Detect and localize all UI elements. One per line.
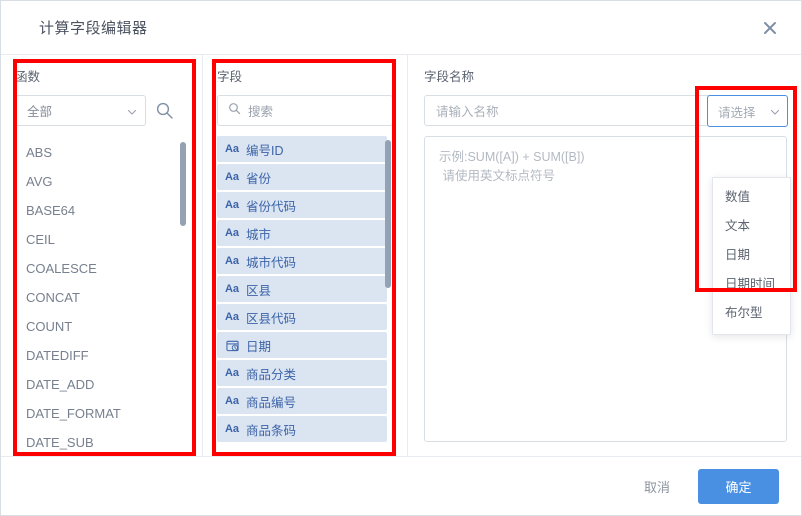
field-search-placeholder: 搜索 bbox=[248, 105, 274, 119]
text-type-icon: Aa bbox=[224, 283, 240, 295]
close-icon[interactable] bbox=[757, 15, 783, 41]
confirm-button[interactable]: 确定 bbox=[698, 468, 779, 504]
function-list-scroll-thumb[interactable] bbox=[180, 142, 186, 226]
text-type-icon: Aa bbox=[224, 311, 240, 323]
function-list-item[interactable]: DATE_SUB bbox=[15, 428, 184, 456]
function-panel: 函数 全部 ABS AVG BASE64 CEIL COALESCE CONCA… bbox=[1, 55, 203, 456]
field-name-row: 请输入名称 请选择 bbox=[424, 95, 788, 127]
field-list-item-label: 商品分类 bbox=[246, 367, 297, 382]
field-panel-label: 字段 bbox=[217, 70, 243, 84]
function-list-item[interactable]: COALESCE bbox=[15, 254, 184, 283]
field-list-item[interactable]: Aa 编号ID bbox=[217, 136, 387, 162]
function-list-item[interactable]: DATE_FORMAT bbox=[15, 399, 184, 428]
field-list-item[interactable]: Aa 商品条码 bbox=[217, 416, 387, 442]
function-list-item[interactable]: DATEDIFF bbox=[15, 341, 184, 370]
field-list-item-label: 日期 bbox=[246, 339, 272, 354]
field-list-item[interactable]: Aa 城市代码 bbox=[217, 248, 387, 274]
function-filter-row: 全部 bbox=[15, 95, 188, 126]
text-type-icon: Aa bbox=[224, 423, 240, 435]
chevron-down-icon bbox=[770, 106, 780, 116]
field-type-option[interactable]: 日期 bbox=[713, 241, 790, 270]
field-type-option[interactable]: 日期时间 bbox=[713, 270, 790, 299]
field-list-item-label: 商品条码 bbox=[246, 423, 297, 438]
text-type-icon: Aa bbox=[224, 199, 240, 211]
field-search-input[interactable]: 搜索 bbox=[217, 95, 393, 126]
function-list-item[interactable]: BASE64 bbox=[15, 196, 184, 225]
search-icon bbox=[228, 102, 241, 120]
field-type-option[interactable]: 布尔型 bbox=[713, 299, 790, 328]
function-list-item[interactable]: DATE_ADD bbox=[15, 370, 184, 399]
field-list-item[interactable]: Aa 区县代码 bbox=[217, 304, 387, 330]
field-list-scroll-thumb[interactable] bbox=[385, 140, 391, 288]
dialog-title: 计算字段编辑器 bbox=[39, 20, 148, 37]
chevron-down-icon bbox=[127, 106, 137, 116]
dialog-body: 函数 全部 ABS AVG BASE64 CEIL COALESCE CONCA… bbox=[1, 55, 801, 456]
field-list-item-label: 省份代码 bbox=[246, 199, 297, 214]
function-list-item[interactable]: COUNT bbox=[15, 312, 184, 341]
function-list-item[interactable]: CEIL bbox=[15, 225, 184, 254]
text-type-icon: Aa bbox=[224, 395, 240, 407]
dialog-header: 计算字段编辑器 bbox=[1, 1, 801, 55]
function-list-item[interactable]: CONCAT bbox=[15, 283, 184, 312]
field-list-item-label: 区县代码 bbox=[246, 311, 297, 326]
field-list-item-label: 编号ID bbox=[246, 143, 284, 158]
text-type-icon: Aa bbox=[224, 255, 240, 267]
function-list[interactable]: ABS AVG BASE64 CEIL COALESCE CONCAT COUNT DATED… bbox=[15, 138, 188, 456]
field-list-item[interactable]: Aa 城市 bbox=[217, 220, 387, 246]
calculated-field-editor-dialog: 计算字段编辑器 函数 全部 ABS AVG BASE64 CEIL COALES… bbox=[0, 0, 802, 516]
text-type-icon: Aa bbox=[224, 143, 240, 155]
cancel-button[interactable]: 取消 bbox=[634, 471, 680, 502]
field-type-dropdown-menu[interactable]: 数值 文本 日期 日期时间 布尔型 bbox=[712, 177, 791, 335]
field-list-item[interactable]: Aa 省份 bbox=[217, 164, 387, 190]
function-panel-label: 函数 bbox=[15, 70, 41, 84]
function-category-select[interactable]: 全部 bbox=[15, 95, 146, 126]
function-list-scrollbar[interactable] bbox=[180, 140, 186, 456]
field-type-select[interactable]: 请选择 bbox=[707, 95, 788, 127]
field-list-item[interactable]: Aa 区县 bbox=[217, 276, 387, 302]
function-list-item[interactable]: ABS bbox=[15, 138, 184, 167]
field-list-item[interactable]: Aa 商品分类 bbox=[217, 360, 387, 386]
field-list-item-label: 省份 bbox=[246, 171, 272, 186]
field-list-item[interactable]: Aa 省份代码 bbox=[217, 192, 387, 218]
field-list-item-label: 城市 bbox=[246, 227, 272, 242]
search-icon[interactable] bbox=[155, 101, 174, 120]
field-name-label: 字段名称 bbox=[424, 70, 475, 84]
date-type-icon bbox=[225, 338, 239, 352]
text-type-icon: Aa bbox=[224, 367, 240, 379]
field-panel: 字段 搜索 Aa 编号ID Aa 省份 Aa 省份代码 Aa 城市 Aa 城市代码 Aa 区县 Aa 区县… bbox=[203, 55, 408, 456]
function-list-item[interactable]: AVG bbox=[15, 167, 184, 196]
field-list-item[interactable]: Aa 商品编号 bbox=[217, 388, 387, 414]
field-list-item-label: 城市代码 bbox=[246, 255, 297, 270]
field-list-item[interactable]: 日期 bbox=[217, 332, 387, 358]
text-type-icon: Aa bbox=[224, 171, 240, 183]
field-list-item-label: 商品编号 bbox=[246, 395, 297, 410]
field-name-placeholder: 请输入名称 bbox=[436, 105, 499, 119]
field-type-option[interactable]: 文本 bbox=[713, 212, 790, 241]
dialog-footer: 取消 确定 bbox=[1, 456, 801, 515]
function-category-value: 全部 bbox=[27, 105, 53, 119]
field-type-option[interactable]: 数值 bbox=[713, 183, 790, 212]
field-list[interactable]: Aa 编号ID Aa 省份 Aa 省份代码 Aa 城市 Aa 城市代码 Aa 区县 Aa 区县代码日期 Aa… bbox=[217, 136, 393, 456]
text-type-icon: Aa bbox=[224, 227, 240, 239]
field-list-item-label: 区县 bbox=[246, 283, 272, 298]
field-type-value: 请选择 bbox=[718, 105, 756, 120]
field-list-scrollbar[interactable] bbox=[385, 138, 391, 456]
